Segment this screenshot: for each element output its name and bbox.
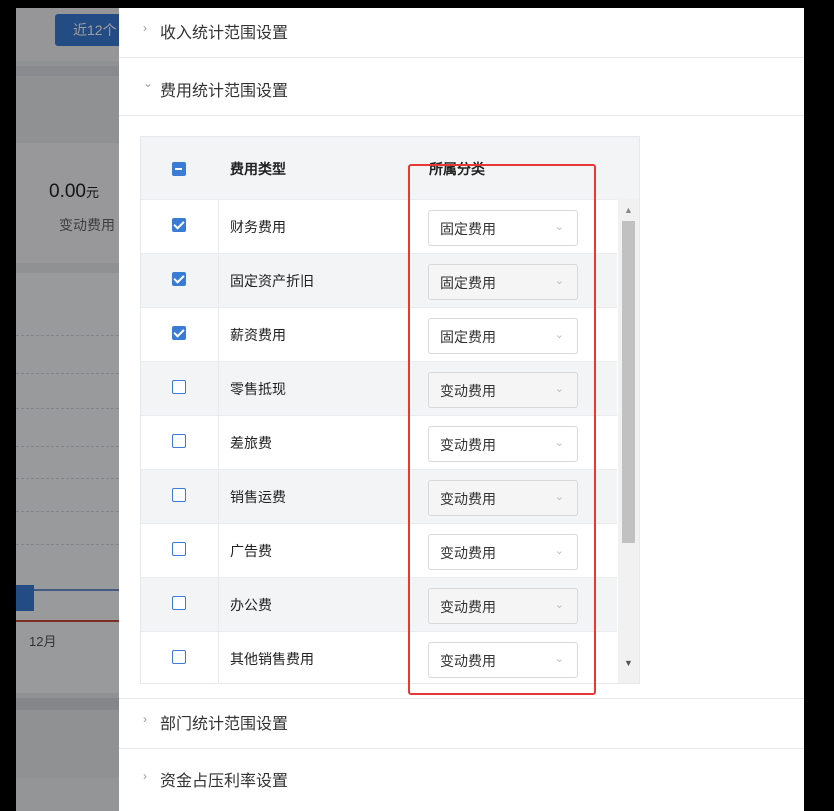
table-row: 差旅费 变动费用 ⌄ — [141, 415, 617, 470]
row-checkbox[interactable] — [172, 434, 186, 448]
section-expense[interactable]: ⌄ 费用统计范围设置 — [119, 66, 804, 116]
category-select[interactable]: 固定费用 ⌄ — [428, 210, 578, 246]
chevron-down-icon: ⌄ — [554, 599, 564, 611]
category-select-value: 固定费用 — [440, 221, 496, 237]
scroll-down-icon[interactable]: ▼ — [624, 658, 633, 668]
expense-type-name: 薪资费用 — [230, 327, 286, 343]
expense-type-name: 财务费用 — [230, 219, 286, 235]
section-department[interactable]: › 部门统计范围设置 — [119, 698, 804, 749]
column-header-type: 费用类型 — [230, 161, 286, 177]
table-row: 固定资产折旧 固定费用 ⌄ — [141, 253, 617, 308]
chevron-down-icon: ⌄ — [554, 545, 564, 557]
column-divider — [218, 200, 219, 254]
row-checkbox[interactable] — [172, 326, 186, 340]
category-select-value: 变动费用 — [440, 599, 496, 615]
table-row: 零售抵现 变动费用 ⌄ — [141, 361, 617, 416]
row-checkbox[interactable] — [172, 650, 186, 664]
column-divider — [218, 254, 219, 308]
column-divider — [218, 362, 219, 416]
table-row: 财务费用 固定费用 ⌄ — [141, 199, 617, 254]
chevron-right-icon: › — [143, 712, 147, 726]
category-select[interactable]: 固定费用 ⌄ — [428, 264, 578, 300]
expense-type-name: 销售运费 — [230, 489, 286, 505]
expense-type-table: 费用类型 所属分类 财务费用 固定费用 ⌄ 固定资产折旧 固定费用 ⌄ 薪资费用 固定费用 ⌄ 零… — [140, 136, 640, 684]
expense-type-name: 办公费 — [230, 597, 272, 613]
category-select[interactable]: 变动费用 ⌄ — [428, 426, 578, 462]
select-all-checkbox[interactable] — [172, 162, 186, 176]
table-row: 其他销售费用 变动费用 ⌄ — [141, 631, 617, 683]
table-header: 费用类型 所属分类 — [141, 137, 639, 199]
category-select-value: 变动费用 — [440, 383, 496, 399]
column-divider — [218, 470, 219, 524]
expense-type-name: 零售抵现 — [230, 381, 286, 397]
category-select[interactable]: 变动费用 ⌄ — [428, 372, 578, 408]
column-divider — [218, 308, 219, 362]
scrollbar-thumb[interactable] — [622, 221, 635, 543]
chevron-down-icon: ⌄ — [554, 221, 564, 233]
category-select-value: 变动费用 — [440, 437, 496, 453]
chevron-down-icon: ⌄ — [143, 76, 154, 90]
settings-drawer: › 收入统计范围设置 ⌄ 费用统计范围设置 费用类型 所属分类 财务费用 固定费用… — [119, 8, 804, 811]
row-checkbox[interactable] — [172, 218, 186, 232]
expense-type-name: 差旅费 — [230, 435, 272, 451]
table-row: 办公费 变动费用 ⌄ — [141, 577, 617, 632]
chevron-right-icon: › — [143, 21, 147, 35]
row-checkbox[interactable] — [172, 488, 186, 502]
chevron-down-icon: ⌄ — [554, 491, 564, 503]
section-title: 资金占压利率设置 — [160, 773, 289, 790]
column-divider — [218, 632, 219, 683]
table-row: 薪资费用 固定费用 ⌄ — [141, 307, 617, 362]
section-title: 费用统计范围设置 — [160, 83, 289, 100]
expense-type-name: 其他销售费用 — [230, 651, 314, 667]
chevron-down-icon: ⌄ — [554, 437, 564, 449]
chevron-right-icon: › — [143, 769, 147, 783]
column-divider — [218, 416, 219, 470]
table-scrollbar[interactable]: ▲ ▼ — [618, 199, 639, 683]
chevron-down-icon: ⌄ — [554, 653, 564, 665]
row-checkbox[interactable] — [172, 596, 186, 610]
category-select[interactable]: 固定费用 ⌄ — [428, 318, 578, 354]
category-select-value: 变动费用 — [440, 491, 496, 507]
column-divider — [218, 524, 219, 578]
column-divider — [218, 578, 219, 632]
section-capital[interactable]: › 资金占压利率设置 — [119, 756, 804, 805]
category-select-value: 变动费用 — [440, 545, 496, 561]
section-income[interactable]: › 收入统计范围设置 — [119, 8, 804, 58]
category-select[interactable]: 变动费用 ⌄ — [428, 588, 578, 624]
table-row: 广告费 变动费用 ⌄ — [141, 523, 617, 578]
section-title: 部门统计范围设置 — [160, 716, 289, 733]
category-select[interactable]: 变动费用 ⌄ — [428, 480, 578, 516]
row-checkbox[interactable] — [172, 542, 186, 556]
category-select-value: 固定费用 — [440, 329, 496, 345]
row-checkbox[interactable] — [172, 380, 186, 394]
expense-type-name: 固定资产折旧 — [230, 273, 314, 289]
table-row: 销售运费 变动费用 ⌄ — [141, 469, 617, 524]
category-select[interactable]: 变动费用 ⌄ — [428, 534, 578, 570]
category-select-value: 固定费用 — [440, 275, 496, 291]
category-select-value: 变动费用 — [440, 653, 496, 669]
column-header-category: 所属分类 — [429, 161, 485, 177]
category-select[interactable]: 变动费用 ⌄ — [428, 642, 578, 678]
scroll-up-icon[interactable]: ▲ — [624, 205, 633, 215]
section-title: 收入统计范围设置 — [160, 25, 289, 42]
row-checkbox[interactable] — [172, 272, 186, 286]
expense-type-name: 广告费 — [230, 543, 272, 559]
chevron-down-icon: ⌄ — [554, 275, 564, 287]
chevron-down-icon: ⌄ — [554, 383, 564, 395]
chevron-down-icon: ⌄ — [554, 329, 564, 341]
